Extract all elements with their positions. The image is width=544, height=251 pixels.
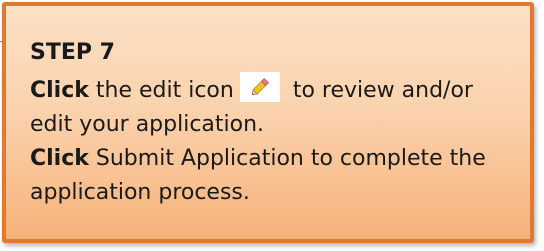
pencil-edit-icon (251, 77, 269, 96)
submit-instruction-text: Submit Application to complete the appli… (30, 146, 486, 205)
click-label: Click (30, 146, 89, 171)
edit-instruction-text: the edit icon (88, 78, 234, 103)
step-instruction-submit: Click Submit Application to complete the… (30, 142, 506, 210)
edit-icon-frame (239, 72, 280, 102)
step-instruction-edit: Click the edit icon to review and/or edi… (30, 72, 506, 142)
step-title: STEP 7 (30, 40, 115, 65)
step-callout: STEP 7 Click the edit icon to review and… (2, 2, 534, 243)
screenshot-stage: STEP 7 Click the edit icon to review and… (0, 0, 544, 251)
click-label: Click (30, 78, 89, 103)
